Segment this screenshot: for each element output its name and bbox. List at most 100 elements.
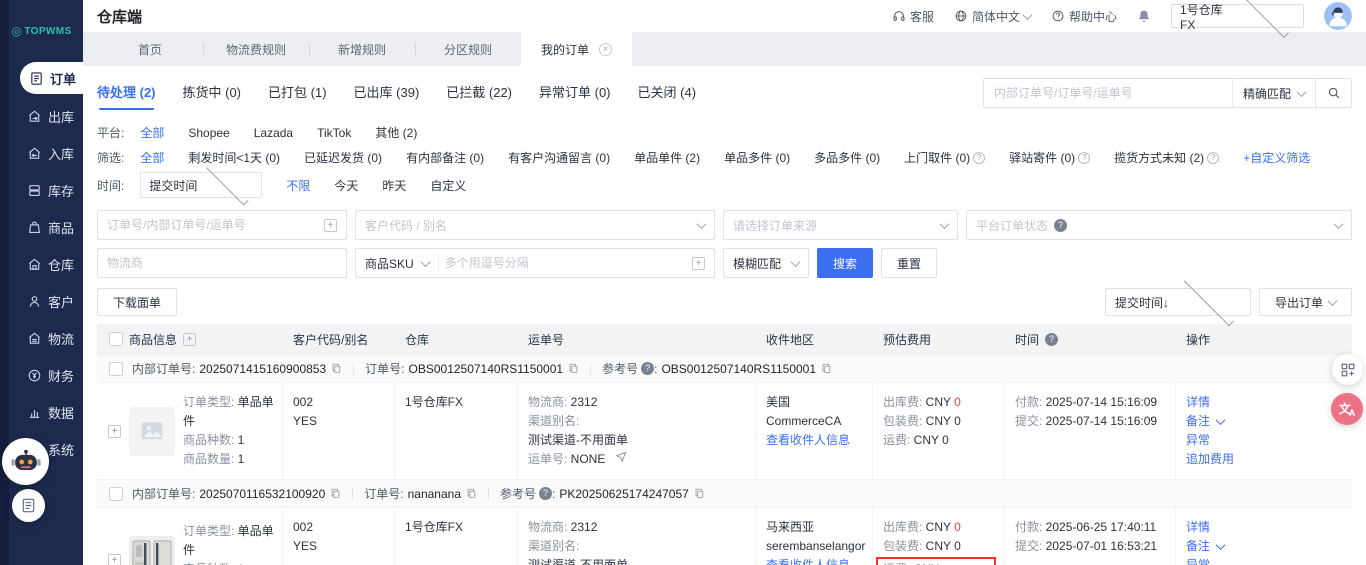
sidebar-item-入库[interactable]: 入库 <box>0 138 83 168</box>
status-tab-已出库 (39)[interactable]: 已出库 (39) <box>354 82 420 110</box>
order-no-field[interactable]: + <box>97 210 347 240</box>
close-icon[interactable]: × <box>599 43 612 56</box>
tab-分区规则[interactable]: 分区规则 <box>415 32 521 66</box>
filter-option-有客户沟通留言 (0)[interactable]: 有客户沟通留言 (0) <box>508 149 610 166</box>
status-tab-拣货中 (0)[interactable]: 拣货中 (0) <box>183 82 242 110</box>
sidebar-item-库存[interactable]: 库存 <box>0 175 83 205</box>
copy-icon[interactable] <box>821 363 832 374</box>
row-checkbox[interactable] <box>109 362 123 376</box>
view-recipient-link[interactable]: 查看收件人信息 <box>766 431 864 450</box>
assistant-robot-button[interactable] <box>2 438 49 485</box>
action-异常[interactable]: 异常 <box>1186 431 1344 450</box>
filter-option-有内部备注 (0)[interactable]: 有内部备注 (0) <box>406 149 484 166</box>
logistics-input[interactable] <box>107 256 337 270</box>
sidebar-item-财务[interactable]: 财务 <box>0 360 83 390</box>
tab-新增规则[interactable]: 新增规则 <box>309 32 415 66</box>
search-icon-button[interactable] <box>1315 79 1351 107</box>
match-mode-select[interactable]: 精确匹配 <box>1232 79 1315 107</box>
order-no-input[interactable] <box>107 218 318 232</box>
action-详情[interactable]: 详情 <box>1186 393 1344 412</box>
widget-panel-button[interactable] <box>1332 354 1363 385</box>
logistics-field[interactable] <box>97 248 347 278</box>
time-option-不限[interactable]: 不限 <box>286 177 310 194</box>
sku-type-select[interactable]: 商品SKU <box>365 255 439 272</box>
search-button[interactable]: 搜索 <box>817 248 873 278</box>
quick-search-input[interactable] <box>984 79 1232 107</box>
sku-input[interactable] <box>445 256 686 270</box>
sidebar-item-仓库[interactable]: 仓库 <box>0 249 83 279</box>
time-option-今天[interactable]: 今天 <box>334 177 358 194</box>
tab-物流费规则[interactable]: 物流费规则 <box>203 32 309 66</box>
view-recipient-link[interactable]: 查看收件人信息 <box>766 556 864 565</box>
warehouse-select[interactable]: 1号仓库FX <box>1171 4 1304 28</box>
sidebar-item-出库[interactable]: 出库 <box>0 101 83 131</box>
copy-icon[interactable] <box>331 363 342 374</box>
sidebar-item-订单[interactable]: 订单 <box>20 62 83 94</box>
action-备注[interactable]: 备注 <box>1186 537 1344 556</box>
batch-input-icon[interactable]: + <box>692 257 705 270</box>
fuzzy-match-select[interactable]: 模糊匹配 <box>723 248 809 278</box>
filter-option-其他 (2)[interactable]: 其他 (2) <box>375 124 417 141</box>
platform-status-select[interactable]: 平台订单状态 ? <box>966 210 1352 240</box>
select-all-checkbox[interactable] <box>109 332 123 346</box>
language-select[interactable]: 简体中文 <box>954 8 1031 25</box>
filter-option-多品多件 (0)[interactable]: 多品多件 (0) <box>814 149 880 166</box>
order-source-select[interactable]: 请选择订单来源 <box>723 210 958 240</box>
sku-field[interactable]: 商品SKU + <box>355 248 715 278</box>
batch-input-icon[interactable]: + <box>324 219 337 232</box>
action-异常[interactable]: 异常 <box>1186 556 1344 565</box>
sidebar-item-物流[interactable]: 物流 <box>0 323 83 353</box>
filter-option-驿站寄件 (0)[interactable]: 驿站寄件 (0)? <box>1009 149 1090 166</box>
notes-button[interactable] <box>12 489 45 522</box>
custom-filter-link[interactable]: +自定义筛选 <box>1243 149 1310 166</box>
time-option-自定义[interactable]: 自定义 <box>430 177 466 194</box>
status-tab-已打包 (1)[interactable]: 已打包 (1) <box>268 82 327 110</box>
translate-button[interactable]: 文A <box>1331 393 1363 425</box>
status-tab-待处理 (2)[interactable]: 待处理 (2) <box>97 82 156 110</box>
filter-option-Shopee[interactable]: Shopee <box>188 126 229 140</box>
export-orders-button[interactable]: 导出订单 <box>1259 288 1352 316</box>
sort-select[interactable]: 提交时间↓ <box>1105 288 1251 316</box>
expand-row-icon[interactable]: + <box>108 554 121 565</box>
help-center-button[interactable]: 帮助中心 <box>1051 8 1117 25</box>
sidebar-item-商品[interactable]: 商品 <box>0 212 83 242</box>
filter-option-揽货方式未知 (2)[interactable]: 揽货方式未知 (2)? <box>1114 149 1219 166</box>
filter-option-全部[interactable]: 全部 <box>140 124 164 141</box>
notification-bell-button[interactable] <box>1137 9 1151 23</box>
filter-option-已延迟发货 (0)[interactable]: 已延迟发货 (0) <box>304 149 382 166</box>
filter-option-全部[interactable]: 全部 <box>140 149 164 166</box>
customer-service-button[interactable]: 客服 <box>892 8 934 25</box>
filter-option-剩发时间<1天 (0)[interactable]: 剩发时间<1天 (0) <box>188 149 280 166</box>
copy-icon[interactable] <box>466 488 477 499</box>
sidebar-item-客户[interactable]: 客户 <box>0 286 83 316</box>
filter-option-TikTok[interactable]: TikTok <box>317 126 351 140</box>
status-tab-异常订单 (0)[interactable]: 异常订单 (0) <box>539 82 611 110</box>
download-label-button[interactable]: 下载面单 <box>97 288 177 316</box>
reset-button[interactable]: 重置 <box>881 248 937 278</box>
tab-首页[interactable]: 首页 <box>97 32 203 66</box>
expand-row-icon[interactable]: + <box>108 425 121 438</box>
row-checkbox[interactable] <box>109 487 123 501</box>
expand-columns-icon[interactable]: + <box>183 333 196 346</box>
copy-icon[interactable] <box>330 488 341 499</box>
sidebar-item-数据[interactable]: 数据 <box>0 397 83 427</box>
copy-icon[interactable] <box>694 488 705 499</box>
filter-option-单品多件 (0)[interactable]: 单品多件 (0) <box>724 149 790 166</box>
filter-option-单品单件 (2)[interactable]: 单品单件 (2) <box>634 149 700 166</box>
status-tab-已关闭 (4)[interactable]: 已关闭 (4) <box>638 82 697 110</box>
filter-option-Lazada[interactable]: Lazada <box>254 126 293 140</box>
status-tab-已拦截 (22)[interactable]: 已拦截 (22) <box>446 82 512 110</box>
action-备注[interactable]: 备注 <box>1186 412 1344 431</box>
user-avatar[interactable] <box>1324 2 1352 30</box>
action-详情[interactable]: 详情 <box>1186 518 1344 537</box>
copy-icon[interactable] <box>568 363 579 374</box>
channel-name: 测试渠道-不用面单 <box>528 556 747 565</box>
action-追加费用[interactable]: 追加费用 <box>1186 450 1344 469</box>
filter-option-上门取件 (0)[interactable]: 上门取件 (0)? <box>904 149 985 166</box>
action-label: 详情 <box>1186 518 1210 537</box>
time-option-昨天[interactable]: 昨天 <box>382 177 406 194</box>
tab-我的订单[interactable]: 我的订单× <box>521 32 632 66</box>
customer-code-select[interactable]: 客户代码 / 别名 <box>355 210 715 240</box>
send-icon[interactable] <box>615 451 627 463</box>
time-type-select[interactable]: 提交时间 <box>140 172 262 198</box>
